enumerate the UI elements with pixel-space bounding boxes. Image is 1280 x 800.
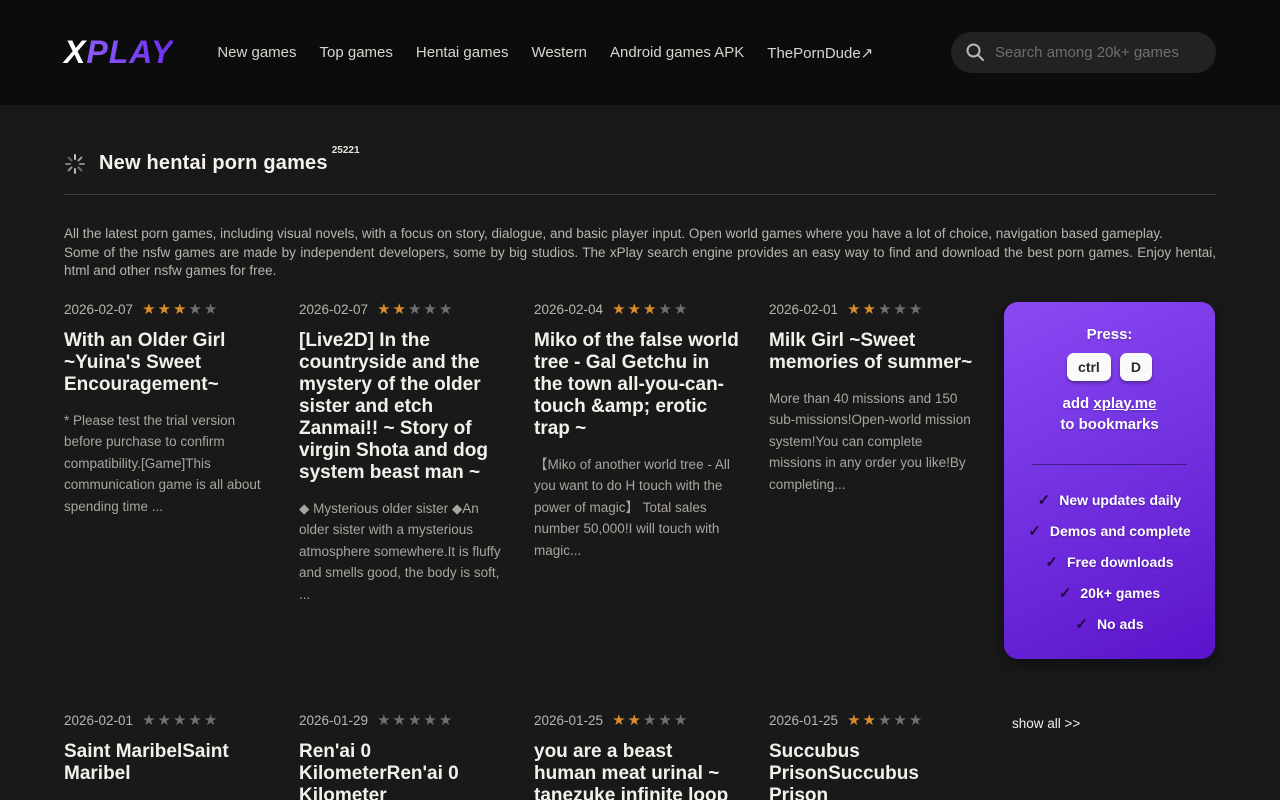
feature-label: Free downloads: [1067, 554, 1174, 570]
star-rating: ★★★★★: [612, 713, 689, 728]
game-card[interactable]: 2026-02-04 ★★★★★ Miko of the false world…: [534, 302, 739, 562]
release-date: 2026-02-04: [534, 302, 603, 317]
game-title[interactable]: [Live2D] In the countryside and the myst…: [299, 330, 504, 484]
game-card[interactable]: 2026-01-25 ★★★★★ Succubus PrisonSuccubus…: [769, 713, 974, 800]
feature-label: New updates daily: [1059, 492, 1181, 508]
feature-item: ✓ No ads: [1020, 615, 1199, 633]
card-meta: 2026-01-29 ★★★★★: [299, 713, 504, 728]
heading-divider: [64, 194, 1216, 195]
card-meta: 2026-02-01 ★★★★★: [64, 713, 269, 728]
game-title[interactable]: you are a beast human meat urinal ~ tane…: [534, 741, 739, 800]
logo-x: X: [64, 34, 86, 70]
xplay-logo[interactable]: XPLAY: [64, 34, 173, 71]
game-card[interactable]: 2026-02-01 ★★★★★ Saint MaribelSaint Mari…: [64, 713, 269, 800]
card-meta: 2026-02-04 ★★★★★: [534, 302, 739, 317]
card-meta: 2026-02-07 ★★★★★: [64, 302, 269, 317]
bookmark-promo-box: Press: ctrl D add xplay.me to bookmarks …: [1004, 302, 1215, 659]
game-title[interactable]: Saint MaribelSaint Maribel: [64, 741, 269, 785]
nav-hentai-games[interactable]: Hentai games: [416, 44, 509, 61]
nav-western[interactable]: Western: [531, 44, 587, 61]
release-date: 2026-02-01: [769, 302, 838, 317]
card-meta: 2026-02-01 ★★★★★: [769, 302, 974, 317]
release-date: 2026-02-07: [299, 302, 368, 317]
game-title[interactable]: Milk Girl ~Sweet memories of summer~: [769, 330, 974, 374]
check-icon: ✓: [1075, 615, 1088, 633]
release-date: 2026-01-25: [534, 713, 603, 728]
search-input[interactable]: [951, 32, 1216, 73]
press-label: Press:: [1020, 326, 1199, 343]
nav-top-games[interactable]: Top games: [320, 44, 393, 61]
game-card[interactable]: 2026-01-25 ★★★★★ you are a beast human m…: [534, 713, 739, 800]
card-meta: 2026-01-25 ★★★★★: [769, 713, 974, 728]
game-card[interactable]: 2026-01-29 ★★★★★ Ren'ai 0 KilometerRen'a…: [299, 713, 504, 800]
search-container: [951, 32, 1216, 73]
nav-theporndude[interactable]: ThePornDude↗: [767, 44, 873, 62]
card-meta: 2026-01-25 ★★★★★: [534, 713, 739, 728]
feature-label: No ads: [1097, 616, 1144, 632]
release-date: 2026-01-25: [769, 713, 838, 728]
check-icon: ✓: [1045, 553, 1058, 571]
main-content: New hentai porn games25221 All the lates…: [0, 152, 1280, 800]
star-rating: ★★★★★: [847, 713, 924, 728]
feature-list: ✓ New updates daily ✓ Demos and complete ✓…: [1020, 491, 1199, 633]
logo-play: PLAY: [86, 34, 173, 70]
intro-text: All the latest porn games, including vis…: [64, 225, 1216, 281]
game-card[interactable]: 2026-02-07 ★★★★★ [Live2D] In the country…: [299, 302, 504, 606]
main-nav: New games Top games Hentai games Western…: [217, 44, 873, 62]
add-bookmark-text: add xplay.me to bookmarks: [1020, 393, 1199, 435]
game-card[interactable]: 2026-02-01 ★★★★★ Milk Girl ~Sweet memori…: [769, 302, 974, 496]
game-description: ◆ Mysterious older sister ◆An older sist…: [299, 498, 504, 606]
game-title[interactable]: With an Older Girl ~Yuina's Sweet Encour…: [64, 330, 269, 396]
header: XPLAY New games Top games Hentai games W…: [0, 0, 1280, 105]
d-keycap: D: [1120, 353, 1152, 381]
release-date: 2026-02-07: [64, 302, 133, 317]
star-rating: ★★★★★: [847, 302, 924, 317]
feature-label: Demos and complete: [1050, 523, 1191, 539]
card-meta: 2026-02-07 ★★★★★: [299, 302, 504, 317]
game-card[interactable]: 2026-02-07 ★★★★★ With an Older Girl ~Yui…: [64, 302, 269, 518]
check-icon: ✓: [1028, 522, 1041, 540]
bookmarks-label: to bookmarks: [1060, 416, 1158, 433]
star-rating: ★★★★★: [612, 302, 689, 317]
games-grid: 2026-02-07 ★★★★★ With an Older Girl ~Yui…: [64, 302, 1216, 800]
star-rating: ★★★★★: [377, 302, 454, 317]
games-count-badge: 25221: [332, 145, 360, 156]
game-title[interactable]: Ren'ai 0 KilometerRen'ai 0 Kilometer: [299, 741, 504, 800]
star-rating: ★★★★★: [142, 713, 219, 728]
nav-new-games[interactable]: New games: [217, 44, 296, 61]
feature-item: ✓ Demos and complete: [1020, 522, 1199, 540]
promo-divider: [1032, 464, 1187, 465]
xplay-me-link[interactable]: xplay.me: [1093, 395, 1156, 412]
star-rating: ★★★★★: [377, 713, 454, 728]
feature-item: ✓ Free downloads: [1020, 553, 1199, 571]
star-rating: ★★★★★: [142, 302, 219, 317]
check-icon: ✓: [1059, 584, 1072, 602]
page-title: New hentai porn games: [99, 152, 328, 174]
spinner-icon: [64, 153, 86, 175]
nav-android-games-apk[interactable]: Android games APK: [610, 44, 744, 61]
key-combo: ctrl D: [1020, 353, 1199, 381]
feature-label: 20k+ games: [1080, 585, 1160, 601]
feature-item: ✓ 20k+ games: [1020, 584, 1199, 602]
game-title[interactable]: Succubus PrisonSuccubus Prison: [769, 741, 974, 800]
game-description: 【Miko of another world tree - All you wa…: [534, 454, 739, 562]
show-all-link[interactable]: show all >>: [1004, 713, 1215, 731]
ctrl-keycap: ctrl: [1067, 353, 1111, 381]
release-date: 2026-01-29: [299, 713, 368, 728]
check-icon: ✓: [1038, 491, 1051, 509]
page-heading: New hentai porn games25221: [64, 152, 1216, 175]
add-label: add: [1063, 395, 1090, 412]
intro-line-1: All the latest porn games, including vis…: [64, 225, 1216, 244]
game-description: * Please test the trial version before p…: [64, 410, 269, 518]
game-description: More than 40 missions and 150 sub-missio…: [769, 388, 974, 496]
game-title[interactable]: Miko of the false world tree - Gal Getch…: [534, 330, 739, 440]
intro-line-2: Some of the nsfw games are made by indep…: [64, 244, 1216, 281]
release-date: 2026-02-01: [64, 713, 133, 728]
feature-item: ✓ New updates daily: [1020, 491, 1199, 509]
